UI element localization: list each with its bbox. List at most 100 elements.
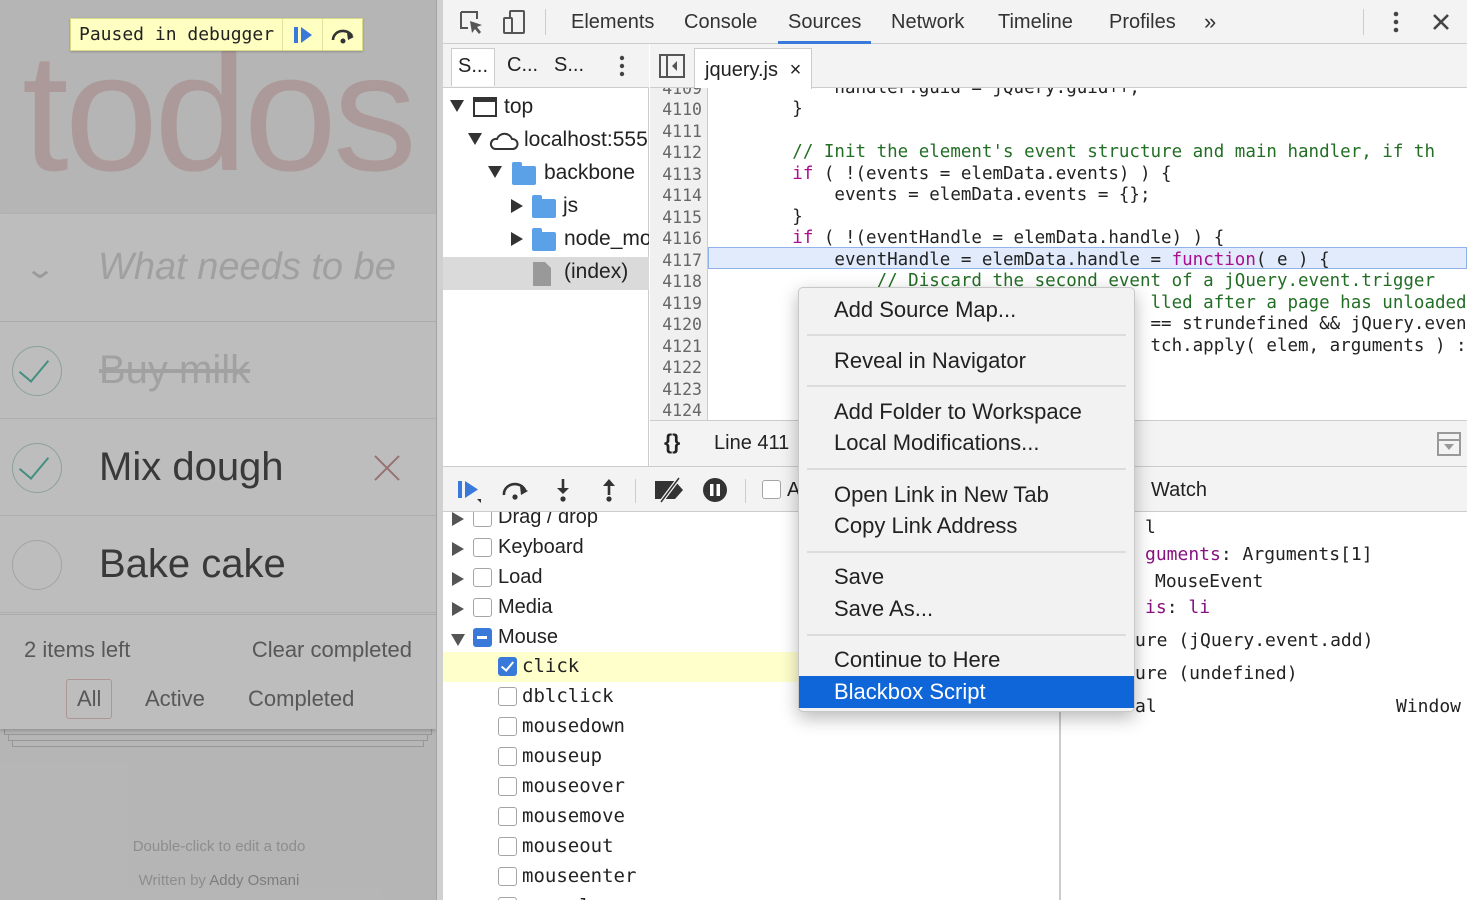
line-number[interactable]: 4124 bbox=[650, 401, 702, 420]
breakpoint-checkbox[interactable] bbox=[473, 538, 492, 557]
watch-section-label[interactable]: Watch bbox=[1151, 479, 1207, 502]
step-into-icon[interactable] bbox=[549, 477, 577, 503]
toggle-debugger-sidebar-icon[interactable] bbox=[1437, 432, 1461, 456]
editor-tab-jquery[interactable]: jquery.js × bbox=[694, 48, 813, 89]
collapse-arrow-icon[interactable] bbox=[511, 199, 523, 213]
breakpoint-event[interactable]: mousemove bbox=[443, 802, 1059, 832]
tree-item-top[interactable]: top bbox=[443, 92, 649, 125]
scope-local-header[interactable]: l bbox=[1145, 517, 1156, 538]
breakpoint-event[interactable]: mouseup bbox=[443, 742, 1059, 772]
line-number[interactable]: 4122 bbox=[650, 358, 702, 377]
toggle-navigator-icon[interactable] bbox=[659, 54, 685, 78]
expand-arrow-icon[interactable] bbox=[452, 512, 464, 526]
line-number[interactable]: 4118 bbox=[650, 272, 702, 291]
line-number[interactable]: 4116 bbox=[650, 229, 702, 248]
collapse-arrow-icon[interactable] bbox=[511, 232, 523, 246]
line-number[interactable]: 4109 bbox=[650, 88, 702, 98]
expand-arrow-icon[interactable] bbox=[450, 100, 464, 112]
menu-item-continue-to-here[interactable]: Continue to Here bbox=[799, 644, 1134, 676]
scope-e[interactable]: MouseEvent bbox=[1155, 571, 1263, 592]
todo-toggle-checkbox[interactable] bbox=[12, 540, 62, 590]
breakpoint-checkbox[interactable] bbox=[498, 807, 517, 826]
resume-button[interactable] bbox=[282, 19, 322, 50]
breakpoint-event[interactable]: mouseout bbox=[443, 832, 1059, 862]
todo-item[interactable]: Mix dough bbox=[0, 419, 436, 516]
scope-global[interactable]: al bbox=[1135, 696, 1157, 717]
tree-item-localhost[interactable]: localhost:555 bbox=[443, 125, 649, 158]
navigator-tab-content-scripts[interactable]: C... bbox=[507, 54, 538, 77]
menu-item-copy-link-address[interactable]: Copy Link Address bbox=[799, 510, 1134, 542]
todo-item[interactable]: Buy milk bbox=[0, 322, 436, 419]
line-number[interactable]: 4117 bbox=[650, 251, 702, 270]
line-number[interactable]: 4119 bbox=[650, 294, 702, 313]
tab-elements[interactable]: Elements bbox=[571, 0, 654, 44]
breakpoint-event[interactable]: mouseover bbox=[443, 772, 1059, 802]
todo-toggle-checkbox[interactable] bbox=[12, 346, 62, 396]
tree-item-js[interactable]: js bbox=[443, 191, 649, 224]
line-number[interactable]: 4113 bbox=[650, 165, 702, 184]
menu-item-add-folder-to-workspace[interactable]: Add Folder to Workspace bbox=[799, 396, 1134, 428]
inspect-element-icon[interactable] bbox=[457, 8, 485, 36]
breakpoint-checkbox[interactable] bbox=[498, 867, 517, 886]
step-over-icon[interactable] bbox=[501, 477, 529, 503]
toggle-all-chevron-icon[interactable]: ⌄ bbox=[18, 252, 63, 284]
device-mode-icon[interactable] bbox=[501, 8, 529, 36]
expand-arrow-icon[interactable] bbox=[452, 572, 464, 586]
filter-completed[interactable]: Completed bbox=[237, 679, 365, 719]
navigator-menu-icon[interactable] bbox=[611, 53, 633, 79]
line-number[interactable]: 4112 bbox=[650, 143, 702, 162]
expand-arrow-icon[interactable] bbox=[468, 133, 482, 145]
line-number[interactable]: 4114 bbox=[650, 186, 702, 205]
step-out-icon[interactable] bbox=[595, 477, 623, 503]
menu-item-blackbox-script[interactable]: Blackbox Script bbox=[799, 676, 1134, 708]
author-link[interactable]: Addy Osmani bbox=[209, 872, 299, 889]
breakpoint-checkbox[interactable] bbox=[498, 837, 517, 856]
tab-timeline[interactable]: Timeline bbox=[998, 0, 1073, 44]
menu-item-reveal-in-navigator[interactable]: Reveal in Navigator bbox=[799, 345, 1134, 377]
tab-profiles[interactable]: Profiles bbox=[1109, 0, 1176, 44]
breakpoint-checkbox[interactable] bbox=[473, 598, 492, 617]
line-number[interactable]: 4110 bbox=[650, 100, 702, 119]
step-over-button[interactable] bbox=[322, 19, 362, 50]
breakpoint-event[interactable]: mouseenter bbox=[443, 862, 1059, 892]
breakpoint-checkbox[interactable] bbox=[498, 657, 517, 676]
menu-item-add-source-map[interactable]: Add Source Map... bbox=[799, 294, 1134, 326]
expand-arrow-icon[interactable] bbox=[452, 602, 464, 616]
line-number[interactable]: 4121 bbox=[650, 337, 702, 356]
scope-closure[interactable]: ure (undefined) bbox=[1135, 663, 1298, 684]
breakpoint-event[interactable]: mousedown bbox=[443, 712, 1059, 742]
breakpoint-checkbox[interactable] bbox=[498, 687, 517, 706]
breakpoint-event[interactable]: mouseleave bbox=[443, 892, 1059, 900]
line-number[interactable]: 4123 bbox=[650, 380, 702, 399]
line-number[interactable]: 4115 bbox=[650, 208, 702, 227]
menu-item-local-modifications[interactable]: Local Modifications... bbox=[799, 427, 1134, 459]
new-todo-input[interactable] bbox=[98, 242, 434, 292]
close-tab-icon[interactable]: × bbox=[790, 59, 802, 81]
todo-label[interactable]: Bake cake bbox=[99, 542, 286, 587]
menu-item-save[interactable]: Save bbox=[799, 561, 1134, 593]
breakpoint-checkbox[interactable] bbox=[498, 747, 517, 766]
close-devtools-icon[interactable] bbox=[1427, 8, 1455, 36]
clear-completed-button[interactable]: Clear completed bbox=[252, 637, 412, 663]
deactivate-breakpoints-icon[interactable] bbox=[653, 477, 687, 503]
collapse-arrow-icon[interactable] bbox=[451, 634, 465, 646]
scope-arguments[interactable]: guments: Arguments[1] bbox=[1145, 544, 1373, 565]
resume-icon[interactable] bbox=[455, 477, 483, 503]
scope-this[interactable]: is: li bbox=[1145, 597, 1210, 618]
tab-console[interactable]: Console bbox=[684, 0, 757, 44]
expand-arrow-icon[interactable] bbox=[488, 166, 502, 178]
customize-menu-icon[interactable] bbox=[1382, 8, 1410, 36]
async-checkbox[interactable] bbox=[762, 480, 781, 499]
menu-item-save-as[interactable]: Save As... bbox=[799, 593, 1134, 625]
line-number[interactable]: 4120 bbox=[650, 315, 702, 334]
breakpoint-checkbox[interactable] bbox=[498, 717, 517, 736]
delete-todo-icon[interactable] bbox=[372, 453, 402, 483]
breakpoint-checkbox[interactable] bbox=[473, 512, 492, 527]
pretty-print-button[interactable]: {} bbox=[664, 431, 680, 455]
todo-item[interactable]: Bake cake bbox=[0, 516, 436, 613]
navigator-tab-sources[interactable]: S... bbox=[451, 48, 496, 86]
todo-label[interactable]: Buy milk bbox=[99, 348, 250, 393]
todo-label[interactable]: Mix dough bbox=[99, 445, 284, 490]
tree-item-node-modules[interactable]: node_mo bbox=[443, 224, 649, 257]
tree-item-backbone[interactable]: backbone bbox=[443, 158, 649, 191]
